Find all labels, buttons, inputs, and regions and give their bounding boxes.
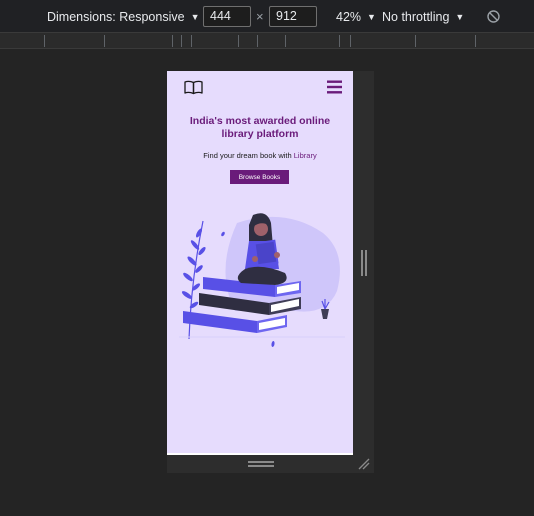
- rotate-icon[interactable]: [486, 9, 501, 24]
- zoom-dropdown[interactable]: 42% ▼: [336, 0, 376, 33]
- throttling-label: No throttling: [382, 9, 450, 24]
- device-viewport: India's most awarded online library plat…: [167, 71, 353, 453]
- right-resize-handle[interactable]: [361, 250, 367, 276]
- width-input[interactable]: 444: [203, 6, 251, 27]
- zoom-label: 42%: [336, 9, 362, 24]
- hamburger-menu-icon[interactable]: [327, 80, 342, 94]
- bottom-resize-handle[interactable]: [248, 461, 274, 467]
- corner-resize-icon[interactable]: [357, 457, 371, 471]
- chevron-down-icon: ▼: [455, 11, 465, 22]
- times-sign: ×: [256, 9, 264, 24]
- chevron-down-icon: ▼: [190, 11, 200, 22]
- devtools-device-toolbar: Dimensions: Responsive ▼ 444 × 912 42% ▼…: [0, 0, 534, 33]
- chevron-down-icon: ▼: [367, 11, 376, 22]
- dimensions-label: Dimensions: Responsive: [47, 9, 185, 24]
- open-book-icon[interactable]: [184, 80, 203, 95]
- throttling-dropdown[interactable]: No throttling ▼: [382, 0, 464, 33]
- media-query-ruler: [0, 33, 534, 49]
- subline-highlight: Library: [293, 151, 317, 160]
- navbar: [167, 71, 353, 105]
- browse-books-button[interactable]: Browse Books: [230, 170, 289, 184]
- hero-subline: Find your dream book with Library: [167, 151, 353, 160]
- subline-text: Find your dream book with: [203, 151, 292, 160]
- reading-girl-illustration: [179, 213, 345, 347]
- height-input[interactable]: 912: [269, 6, 317, 27]
- hero-headline: India's most awarded online library plat…: [189, 115, 331, 140]
- dimensions-dropdown[interactable]: Dimensions: Responsive ▼: [47, 0, 199, 33]
